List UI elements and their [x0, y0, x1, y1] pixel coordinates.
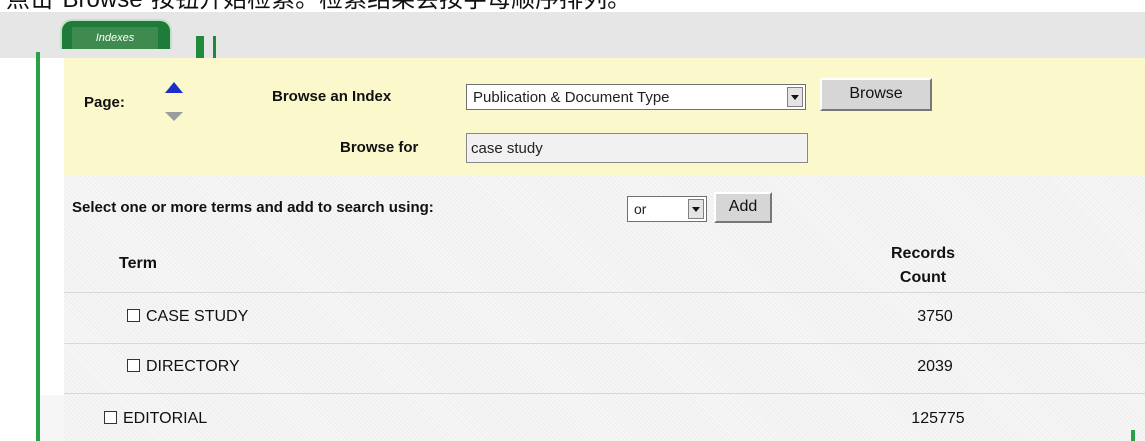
browse-index-label: Browse an Index — [272, 88, 392, 105]
column-header-records-line1: Records — [890, 245, 956, 262]
term-checkbox[interactable] — [104, 411, 117, 424]
row-divider — [64, 393, 1145, 394]
term-label: EDITORIAL — [123, 410, 208, 427]
select-terms-label: Select one or more terms and add to sear… — [72, 199, 434, 216]
tab-indexes[interactable]: Indexes — [60, 19, 172, 49]
tab-divider — [196, 36, 204, 58]
term-label: CASE STUDY — [146, 308, 249, 325]
operator-select[interactable]: or — [627, 196, 707, 222]
table-row[interactable]: DIRECTORY — [127, 358, 240, 380]
row-divider — [64, 292, 1145, 293]
term-checkbox[interactable] — [127, 359, 140, 372]
chevron-down-icon[interactable] — [688, 199, 704, 219]
index-select[interactable]: Publication & Document Type — [466, 84, 806, 110]
column-header-records-count: Records Count — [873, 242, 973, 290]
index-select-value: Publication & Document Type — [473, 89, 670, 106]
records-count: 2039 — [917, 358, 953, 375]
add-button[interactable]: Add — [714, 192, 772, 223]
term-checkbox[interactable] — [127, 309, 140, 322]
records-count: 3750 — [917, 308, 953, 325]
page-label: Page: — [84, 94, 125, 111]
operator-select-value: or — [634, 201, 647, 217]
arrow-down-icon[interactable] — [165, 112, 183, 121]
browse-button[interactable]: Browse — [820, 78, 932, 111]
term-label: DIRECTORY — [146, 358, 240, 375]
results-panel-edge — [40, 395, 64, 441]
tab-divider — [213, 36, 216, 58]
tab-indexes-label: Indexes — [72, 27, 158, 49]
row-divider — [64, 343, 1145, 344]
column-header-term: Term — [119, 255, 157, 272]
chevron-down-icon[interactable] — [787, 87, 803, 107]
browse-for-label: Browse for — [340, 139, 419, 156]
table-row[interactable]: CASE STUDY — [127, 308, 248, 330]
browse-for-input[interactable] — [466, 133, 808, 163]
right-accent-bar — [1131, 430, 1135, 441]
left-accent-bar — [36, 52, 40, 441]
table-row[interactable]: EDITORIAL — [104, 410, 207, 432]
records-count: 125775 — [911, 410, 965, 427]
arrow-up-icon[interactable] — [165, 82, 183, 93]
column-header-records-line2: Count — [899, 269, 947, 286]
